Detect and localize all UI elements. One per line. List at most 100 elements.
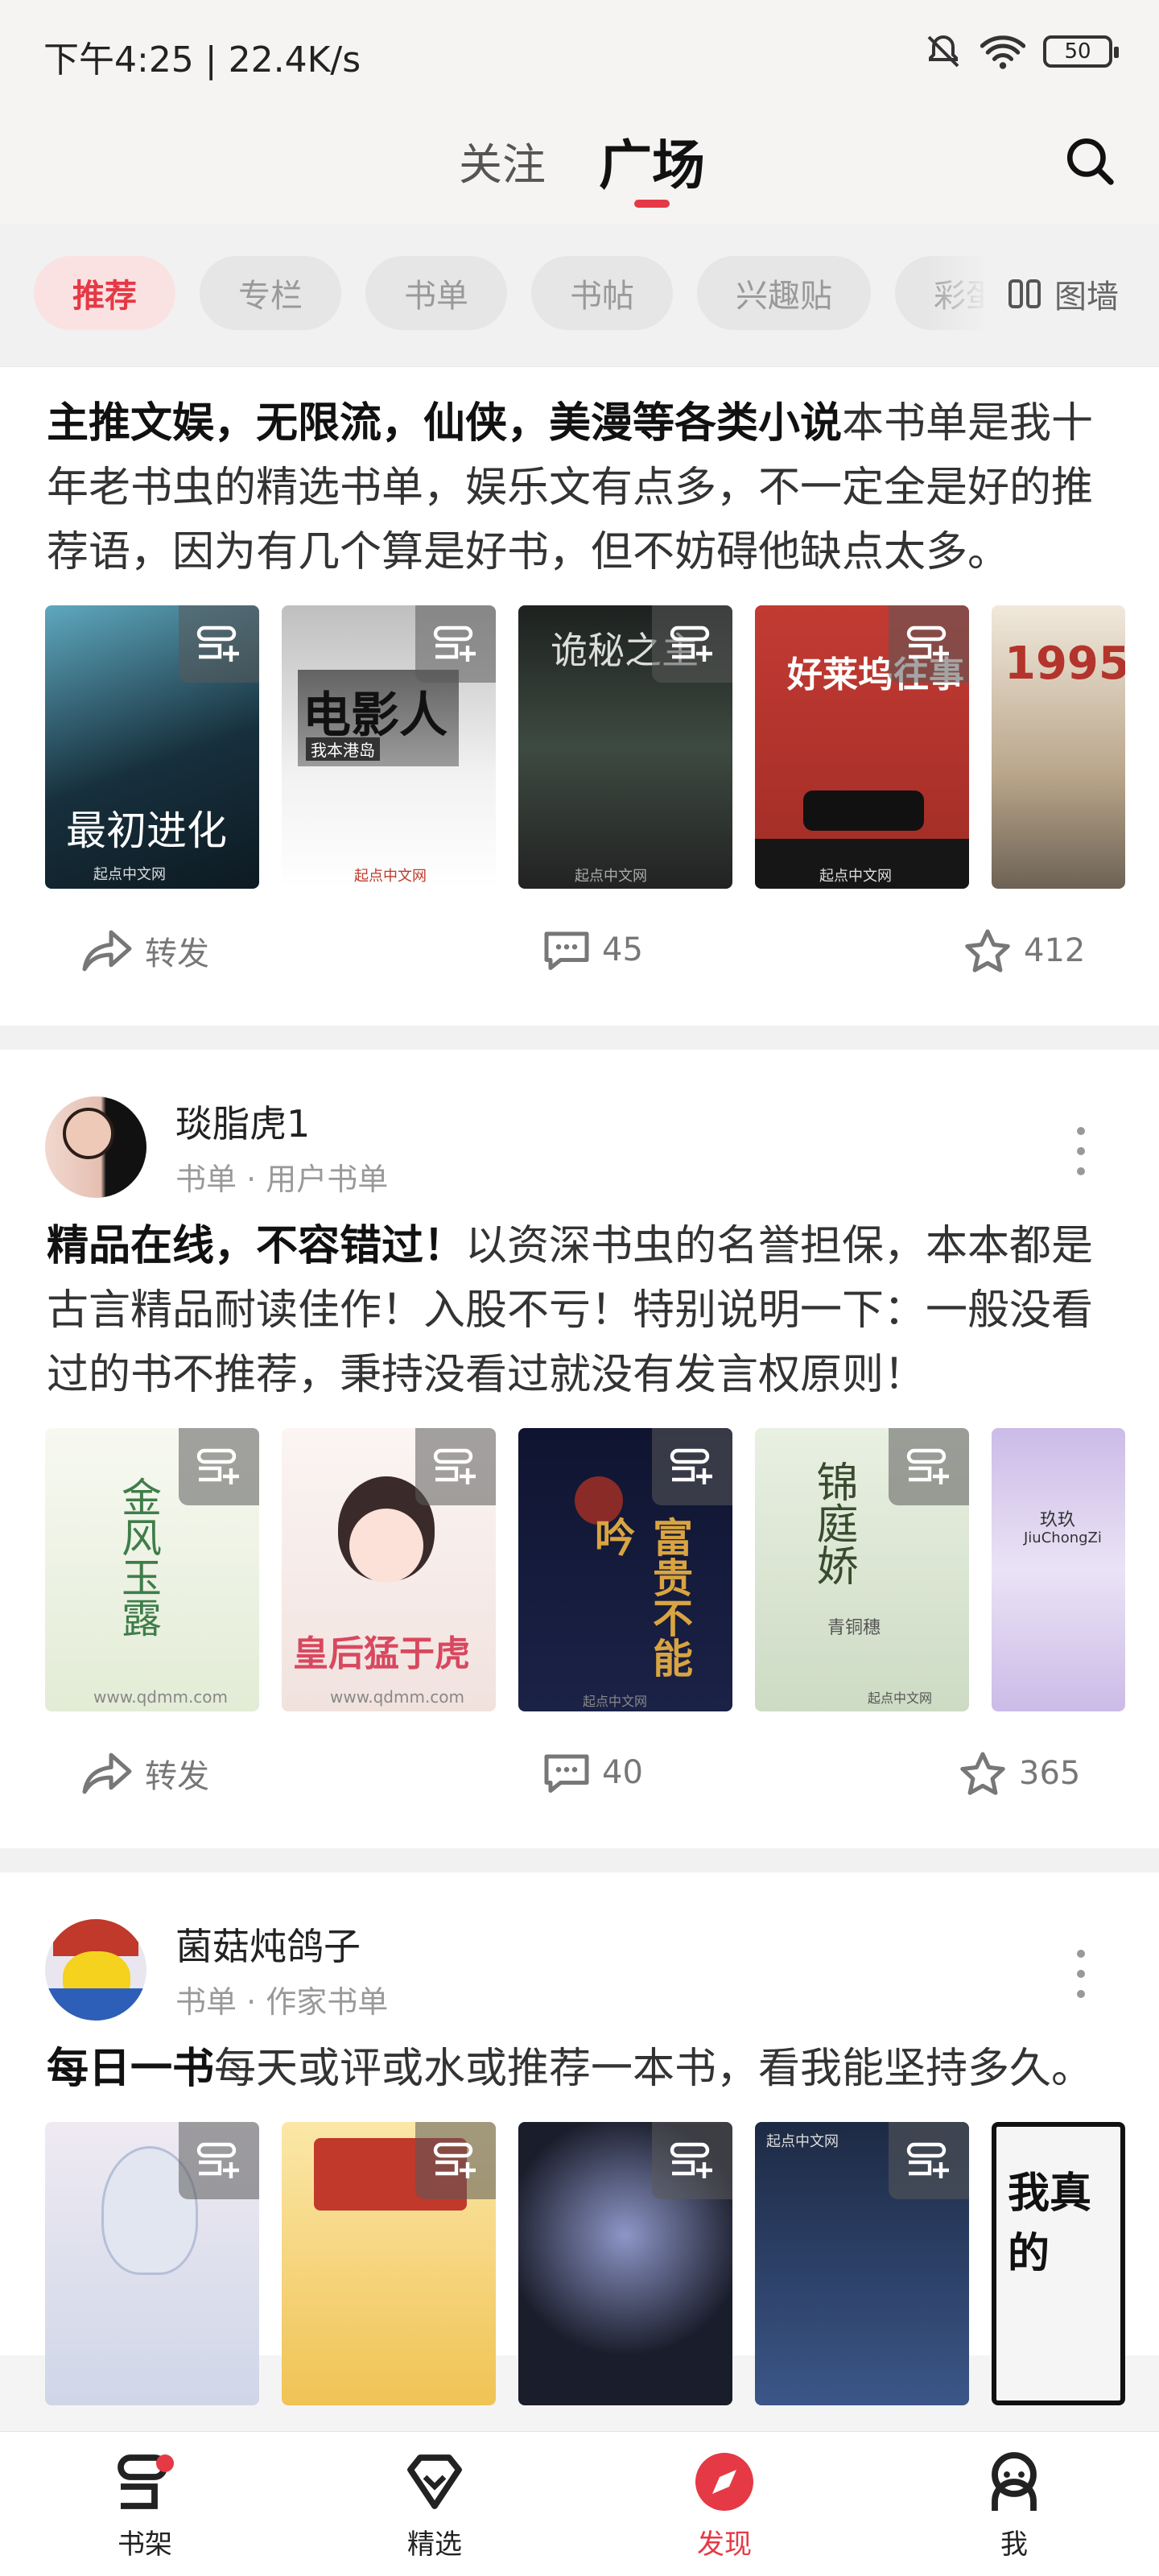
post-meta: 书单 · 作家书单 [175,1984,389,2020]
author-name[interactable]: 琰脂虎1 [175,1095,310,1148]
top-tab-bar: 关注 广场 [0,105,1159,224]
post-text: 每日一书每天或评或水或推荐一本书，看我能坚持多久。 [0,2009,1159,2122]
book-cover-publisher: JiuChongZi [1024,1530,1102,1546]
post-body: 每天或评或水或推荐一本书，看我能坚持多久。 [214,2045,1094,2093]
chip-recommend[interactable]: 推荐 [34,256,175,330]
comment-icon [544,1754,589,1793]
profile-icon [992,2452,1037,2511]
book-cover[interactable] [518,2122,732,2405]
add-to-shelf-icon [433,625,476,662]
more-options-button[interactable] [1075,1127,1087,1175]
add-to-shelf-button[interactable] [415,605,496,683]
add-to-shelf-button[interactable] [179,1428,259,1505]
chip-book-post[interactable]: 书帖 [531,256,673,330]
avatar[interactable] [45,1919,146,2021]
book-cover[interactable] [45,2122,259,2405]
book-cover-title: 富贵不能吟 [588,1517,693,1678]
post-action-bar: 转发 40 365 [0,1711,1159,1848]
book-cover[interactable]: 最初进化 起点中文网 [45,605,259,889]
book-cover[interactable]: 我真的 [992,2122,1125,2405]
add-to-shelf-button[interactable] [415,2122,496,2199]
book-cover-publisher: 起点中文网 [354,868,427,885]
nav-featured[interactable]: 精选 [370,2448,499,2562]
comment-button[interactable]: 45 [542,927,643,972]
nav-discover[interactable]: 发现 [660,2448,789,2562]
book-cover-title: 1995 [1004,638,1125,690]
search-button[interactable] [1056,127,1124,195]
add-to-shelf-icon [196,625,239,662]
book-cover[interactable]: 锦庭娇 青铜穗 起点中文网 [755,1428,969,1711]
share-button[interactable]: 转发 [80,927,209,974]
active-tab-indicator [634,200,670,208]
book-cover[interactable]: 1995 [992,605,1125,889]
post-card[interactable]: 琰脂虎1 书单 · 用户书单 精品在线，不容错过！以资深书虫的名誉担保，本本都是… [0,1050,1159,1848]
book-cover-publisher: 起点中文网 [766,2133,839,2150]
add-to-shelf-button[interactable] [179,2122,259,2199]
nav-me[interactable]: 我 [950,2448,1079,2562]
post-meta: 书单 · 用户书单 [175,1162,389,1197]
tab-follow[interactable]: 关注 [459,129,546,192]
add-to-shelf-button[interactable] [889,2122,969,2199]
book-cover[interactable]: 起点中文网 [755,2122,969,2405]
book-cover-subtitle: 我本港岛 [306,737,380,761]
add-to-shelf-icon [670,625,712,662]
category-chip-bar: 推荐 专栏 书单 书帖 兴趣贴 彩蛋章 图墙 [0,224,1159,367]
add-to-shelf-icon [670,2142,712,2178]
book-cover[interactable]: 富贵不能吟 起点中文网 [518,1428,732,1711]
image-wall-label: 图墙 [1054,279,1119,316]
battery-icon: 50 [1043,35,1119,68]
post-title: 精品在线，不容错过！ [47,1222,466,1270]
chip-column[interactable]: 专栏 [200,256,341,330]
nav-bookshelf[interactable]: 书架 [80,2448,209,2562]
like-count: 365 [1019,1755,1081,1792]
share-icon [82,1752,132,1794]
book-cover-title: 玖玖 [1040,1510,1076,1530]
book-cover[interactable]: 金风玉露 www.qdmm.com [45,1428,259,1711]
book-cover[interactable]: 电影人 我本港岛 起点中文网 [282,605,496,889]
book-cover[interactable] [282,2122,496,2405]
book-cover[interactable]: 皇后猛于虎 www.qdmm.com [282,1428,496,1711]
add-to-shelf-button[interactable] [652,2122,732,2199]
nav-label: 我 [1000,2529,1028,2561]
like-button[interactable]: 365 [958,1750,1080,1797]
nav-label: 精选 [407,2529,462,2561]
chip-booklist[interactable]: 书单 [365,256,507,330]
book-cover[interactable]: 诡秘之主 起点中文网 [518,605,732,889]
post-card[interactable]: 主推文娱，无限流，仙侠，美漫等各类小说本书单是我十年老书虫的精选书单，娱乐文有点… [0,367,1159,1026]
post-text: 主推文娱，无限流，仙侠，美漫等各类小说本书单是我十年老书虫的精选书单，娱乐文有点… [0,367,1159,605]
chip-interest-post[interactable]: 兴趣贴 [697,256,871,330]
card-separator [0,1026,1159,1050]
comment-icon [544,931,589,970]
share-button[interactable]: 转发 [80,1750,209,1797]
add-to-shelf-icon [906,1448,949,1484]
image-wall-icon [1008,279,1041,308]
comment-button[interactable]: 40 [542,1750,643,1795]
add-to-shelf-button[interactable] [889,605,969,683]
like-button[interactable]: 412 [963,927,1085,974]
chip-row: 推荐 专栏 书单 书帖 兴趣贴 彩蛋章 [34,256,984,330]
book-cover[interactable]: 好莱坞往事 起点中文网 [755,605,969,889]
add-to-shelf-icon [670,1448,712,1484]
status-time: 下午4:25 | 22.4K/s [43,39,361,80]
add-to-shelf-button[interactable] [889,1428,969,1505]
add-to-shelf-button[interactable] [179,605,259,683]
image-wall-button[interactable]: 图墙 [1008,270,1119,317]
app-screen: 下午4:25 | 22.4K/s 50 关注 广场 推荐 专栏 书单 书帖 兴趣… [0,0,1159,2576]
book-cover-publisher: www.qdmm.com [330,1687,465,1707]
post-title: 主推文娱，无限流，仙侠，美漫等各类小说 [47,399,843,448]
post-card[interactable]: 菌菇炖鸽子 书单 · 作家书单 每日一书每天或评或水或推荐一本书，看我能坚持多久… [0,1872,1159,2405]
add-to-shelf-button[interactable] [652,1428,732,1505]
book-cover-title: 我真的 [1008,2169,1092,2278]
add-to-shelf-button[interactable] [415,1428,496,1505]
more-options-button[interactable] [1075,1950,1087,1998]
book-cover[interactable]: 玖玖 JiuChongZi [992,1428,1125,1711]
add-to-shelf-button[interactable] [652,605,732,683]
mute-bell-icon [927,35,959,68]
wifi-icon [980,35,1025,69]
add-to-shelf-icon [906,625,949,662]
post-author-row: 菌菇炖鸽子 书单 · 作家书单 [0,1872,1159,2021]
tab-square[interactable]: 广场 [599,122,705,200]
avatar[interactable] [45,1096,146,1198]
book-cover-publisher: 起点中文网 [583,1694,648,1709]
author-name[interactable]: 菌菇炖鸽子 [175,1918,361,1971]
